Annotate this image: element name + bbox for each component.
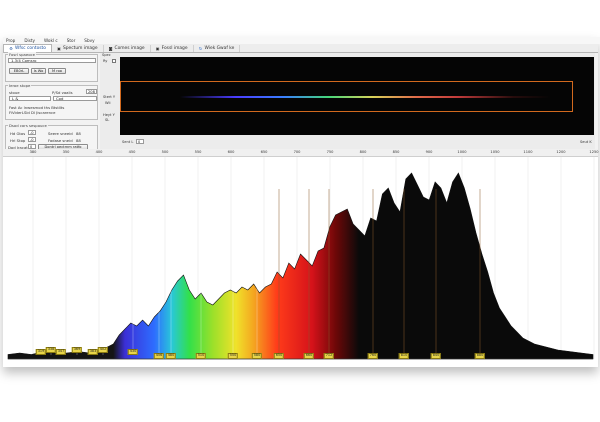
- mode-select-2[interactable]: Cod: [53, 96, 97, 101]
- peak-label[interactable]: 338: [45, 347, 57, 353]
- camera-select[interactable]: 1.3/4 Comsro: [8, 58, 96, 63]
- group-title: Ieroe stope: [8, 83, 32, 88]
- camera-group: Fosrl spaeoce 1.3/4 Comsro EB0rL Is Wo M…: [5, 52, 98, 82]
- menu-item[interactable]: Stor: [67, 38, 76, 43]
- menu-item[interactable]: Wokl c: [44, 38, 58, 43]
- image-icon: ▣: [57, 46, 61, 51]
- peak-label[interactable]: 430: [127, 349, 139, 355]
- pixel-value-label: P/Sd vaalis: [52, 90, 73, 95]
- peak-label[interactable]: 402: [97, 347, 109, 353]
- row2-field[interactable]: -0: [28, 137, 36, 142]
- menu-bar: Prop Disty Wokl c Stor Sbvy: [3, 37, 600, 44]
- image-scope-group: Ieroe stope stoue P/Sd vaalis 208 L & Co…: [5, 83, 98, 120]
- spectrum-area: [8, 173, 593, 359]
- end-y-value: SL: [105, 118, 110, 122]
- row1-label: Hd Gtos: [10, 131, 26, 136]
- pixel-value-field[interactable]: 208: [86, 89, 97, 94]
- peak-label[interactable]: 880: [474, 353, 486, 359]
- tab-wiek-gwaf[interactable]: ↻ Wiek Gwaf ke: [194, 45, 241, 52]
- peak-label[interactable]: 347: [55, 349, 67, 355]
- spectrum-stripe: [180, 96, 550, 98]
- tab-comes-image[interactable]: ◙ Comes image: [104, 45, 151, 52]
- tab-spectum-image[interactable]: ▣ Spectum image: [52, 45, 104, 52]
- note-line-2: FiViderLSld Dl Jiscarence: [9, 110, 56, 115]
- end-y-label: Heyt Y: [103, 113, 115, 117]
- start-y-label: Stert Y: [103, 95, 116, 99]
- chart-marks: [7, 157, 595, 360]
- refresh-icon: ↻: [198, 46, 203, 51]
- spectrum-chart-svg: [7, 157, 595, 360]
- tab-label: Wiek Gwaf ke: [204, 46, 235, 51]
- menu-item[interactable]: Sbvy: [84, 38, 94, 43]
- tab-label: Spectum image: [62, 46, 98, 51]
- tab-label: Comes image: [114, 46, 145, 51]
- right-label: Seut K: [580, 140, 592, 144]
- spectrum-camera-image[interactable]: [120, 57, 594, 135]
- tab-label: Wfsc contosto: [15, 46, 46, 51]
- sent-label: Sent L: [122, 140, 134, 144]
- row2-value-2: 88: [76, 138, 81, 143]
- peak-label[interactable]: 456: [153, 353, 165, 359]
- tab-bar: ⚙ Wfsc contosto ▣ Spectum image ◙ Comes …: [3, 44, 598, 53]
- sent-field[interactable]: 0: [136, 139, 144, 144]
- peak-label[interactable]: 480: [165, 353, 177, 359]
- peak-label[interactable]: 760: [367, 353, 379, 359]
- image-icon: ▣: [155, 46, 160, 51]
- tab-fossl-image[interactable]: ▣ Fossl image: [151, 45, 194, 52]
- control-button-3[interactable]: M roo: [48, 68, 66, 74]
- row1-label-2: Seere sneeid: [48, 131, 73, 136]
- spectrum-plot[interactable]: 380 350 400 450 500 550 600 650 700 750 800 850 900 1…: [3, 149, 599, 367]
- menu-item[interactable]: Disty: [24, 38, 35, 43]
- peak-label[interactable]: 383: [87, 349, 99, 355]
- row2-label-2: Fadase sneid: [48, 138, 73, 143]
- app-window: Prop Disty Wokl c Stor Sbvy ⚙ Wfsc conto…: [3, 37, 600, 367]
- control-button-1[interactable]: EB0rL: [9, 68, 29, 74]
- mode-select[interactable]: L &: [9, 96, 51, 101]
- preview-title: Spec: [102, 53, 111, 57]
- peak-label[interactable]: 810: [398, 353, 410, 359]
- control-button-2[interactable]: Is Wo: [31, 68, 46, 74]
- peak-label[interactable]: 660: [303, 353, 315, 359]
- camera-icon: ◙: [108, 46, 113, 51]
- menu-item[interactable]: Prop: [6, 38, 15, 43]
- ry-label: Ry: [103, 59, 108, 63]
- start-y-value: Wii: [105, 101, 111, 105]
- status-label: stoue: [9, 90, 20, 95]
- row1-field[interactable]: -0: [28, 130, 36, 135]
- peak-label[interactable]: 510: [195, 353, 207, 359]
- peak-label[interactable]: 712: [323, 353, 335, 359]
- peak-label[interactable]: 319: [35, 349, 47, 355]
- ry-checkbox[interactable]: [112, 59, 116, 63]
- row2-label: Hrl Stop: [10, 138, 26, 143]
- group-title: Fosrl spaeoce: [8, 52, 36, 57]
- settings-icon: ⚙: [9, 46, 13, 51]
- peak-label[interactable]: 650: [273, 353, 285, 359]
- group-title: Dsod cors sespouce: [8, 123, 48, 128]
- peak-label[interactable]: 369: [71, 347, 83, 353]
- tab-label: Fossl image: [161, 46, 188, 51]
- row1-value-2: 88: [76, 131, 81, 136]
- peak-label[interactable]: 580: [251, 353, 263, 359]
- peak-label[interactable]: 840: [430, 353, 442, 359]
- tab-wfsc-contosto[interactable]: ⚙ Wfsc contosto: [3, 44, 52, 52]
- peak-label[interactable]: 550: [227, 353, 239, 359]
